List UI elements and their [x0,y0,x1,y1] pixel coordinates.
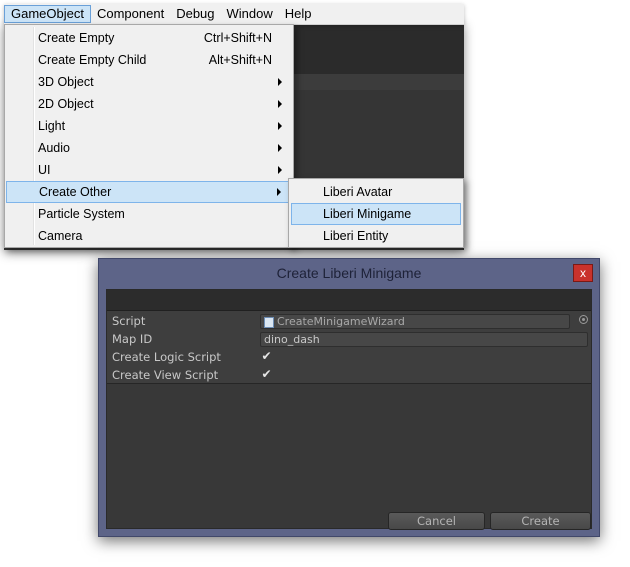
create-minigame-dialog: Create Liberi Minigame x Script CreateMi… [98,258,600,537]
submenu-arrow-icon [278,166,282,174]
logic-script-row: Create Logic Script ✔ [107,349,591,367]
wizard-properties: Script CreateMinigameWizard Map ID dino_… [107,311,591,384]
menu-item-create-empty-child[interactable]: Create Empty Child Alt+Shift+N [6,49,292,71]
create-other-submenu: Liberi Avatar Liberi Minigame Liberi Ent… [288,178,464,248]
menu-debug[interactable]: Debug [170,5,220,23]
logic-script-label: Create Logic Script [112,350,221,364]
menu-item-2d-object[interactable]: 2D Object [6,93,292,115]
submenu-arrow-icon [277,188,281,196]
menu-item-create-other[interactable]: Create Other [6,181,292,203]
menu-item-label: 3D Object [38,75,94,89]
map-id-row: Map ID dino_dash [107,331,591,349]
menu-item-label: Audio [38,141,70,155]
menu-item-label: Create Empty [38,31,115,45]
menu-item-label: Particle System [38,207,125,221]
menu-component[interactable]: Component [91,5,170,23]
menu-item-label: Camera [38,229,83,243]
menu-item-create-empty[interactable]: Create Empty Ctrl+Shift+N [6,27,292,49]
menu-item-particle-system[interactable]: Particle System [6,203,292,225]
submenu-item-liberi-entity[interactable]: Liberi Entity [291,225,461,247]
view-script-label: Create View Script [112,368,219,382]
submenu-item-label: Liberi Entity [323,229,389,243]
object-picker-icon[interactable] [579,315,588,324]
close-button[interactable]: x [573,264,593,282]
dialog-client-area: Script CreateMinigameWizard Map ID dino_… [106,289,592,530]
menu-item-label: Create Empty Child [38,53,147,67]
menu-item-ui[interactable]: UI [6,159,292,181]
menu-item-shortcut: Alt+Shift+N [208,53,272,67]
menu-item-label: Light [38,119,66,133]
submenu-arrow-icon [278,100,282,108]
menu-bar: GameObject Component Debug Window Help [4,4,464,25]
menu-item-label: UI [38,163,51,177]
submenu-item-liberi-minigame[interactable]: Liberi Minigame [291,203,461,225]
view-script-row: Create View Script ✔ [107,367,591,385]
gameobject-dropdown: Create Empty Ctrl+Shift+N Create Empty C… [4,24,294,248]
script-row: Script CreateMinigameWizard [107,313,591,331]
submenu-item-label: Liberi Avatar [323,185,393,199]
menu-item-audio[interactable]: Audio [6,137,292,159]
script-object-field[interactable]: CreateMinigameWizard [260,314,570,329]
menu-item-light[interactable]: Light [6,115,292,137]
script-value: CreateMinigameWizard [277,315,405,328]
submenu-item-label: Liberi Minigame [323,207,412,221]
logic-script-checkbox[interactable]: ✔ [260,350,273,363]
dialog-title: Create Liberi Minigame [276,265,422,281]
cancel-button[interactable]: Cancel [388,512,485,530]
menu-item-shortcut: Ctrl+Shift+N [203,31,272,45]
menu-item-label: Create Other [39,185,112,199]
create-button[interactable]: Create [490,512,591,530]
submenu-arrow-icon [278,144,282,152]
submenu-arrow-icon [278,78,282,86]
map-id-field[interactable]: dino_dash [260,332,588,347]
view-script-checkbox[interactable]: ✔ [260,368,273,381]
submenu-arrow-icon [278,122,282,130]
menu-gameobject[interactable]: GameObject [4,5,91,23]
map-id-label: Map ID [112,332,153,346]
dialog-toolbar [107,290,591,311]
script-label: Script [112,314,146,328]
submenu-item-liberi-avatar[interactable]: Liberi Avatar [291,181,461,203]
menu-window[interactable]: Window [221,5,279,23]
menu-item-3d-object[interactable]: 3D Object [6,71,292,93]
menu-help[interactable]: Help [279,5,318,23]
menu-item-camera[interactable]: Camera [6,225,292,247]
script-file-icon [264,317,274,328]
menu-item-label: 2D Object [38,97,94,111]
